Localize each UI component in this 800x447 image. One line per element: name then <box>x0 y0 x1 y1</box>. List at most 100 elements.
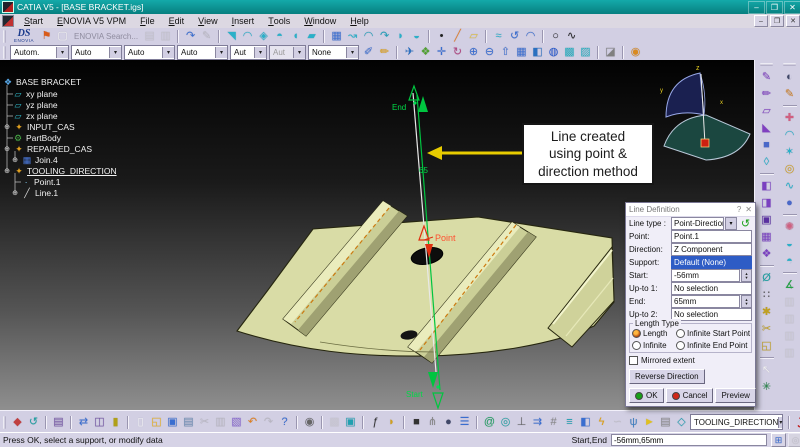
line-icon[interactable]: ╱ <box>450 29 465 43</box>
ball-icon[interactable]: ● <box>782 196 797 210</box>
link-manager-icon[interactable]: ↷ <box>183 29 198 43</box>
batch-monitor-icon[interactable]: ◫ <box>92 415 107 429</box>
cube-icon[interactable]: ■ <box>759 138 774 152</box>
manipulate-icon[interactable]: ◐ <box>782 70 797 84</box>
zoom-in-icon[interactable]: ⊕ <box>466 45 481 59</box>
boundary-icon[interactable]: ◠ <box>523 29 538 43</box>
grid-points-icon[interactable]: ∷ <box>759 288 774 302</box>
maximize-button[interactable]: ❐ <box>766 0 783 14</box>
expander-icon[interactable]: ⊕ <box>11 156 19 164</box>
menu-item-window[interactable]: Window <box>297 15 343 28</box>
intersection-icon[interactable]: ↺ <box>507 29 522 43</box>
display-icon[interactable]: ■ <box>409 415 424 429</box>
dome2-icon[interactable]: ◒ <box>782 237 797 251</box>
fit-all-icon[interactable]: ❖ <box>418 45 433 59</box>
toolbar-grip[interactable] <box>760 63 773 66</box>
menu-item-insert[interactable]: Insert <box>225 15 262 28</box>
measure-icon[interactable]: ◇ <box>674 415 689 429</box>
help-icon[interactable]: ? <box>737 205 741 214</box>
wedge-icon[interactable]: ◣ <box>759 121 774 135</box>
menu-item-tools[interactable]: Tools <box>261 15 297 28</box>
mail-icon[interactable]: @ <box>482 415 497 429</box>
cap-icon[interactable]: ◓ <box>782 254 797 268</box>
blend-icon[interactable]: ↝ <box>345 29 360 43</box>
paint-brush-icon[interactable]: ✐ <box>361 45 376 59</box>
enovia-new-icon[interactable]: ▢ <box>55 29 70 43</box>
workbench-dropdown[interactable]: TOOLING_DIRECTION ▾ <box>690 414 783 430</box>
tree-item-tooling-direction[interactable]: ⊕ ✦ TOOLING_DIRECTION <box>3 166 117 176</box>
minimize-button[interactable]: – <box>748 0 765 14</box>
structure-graph-icon[interactable]: ⋔ <box>425 415 440 429</box>
pencil-purple-icon[interactable]: ✎ <box>759 70 774 84</box>
tree-item-point-1[interactable]: ∙ Point.1 <box>21 177 61 187</box>
comment-icon[interactable]: ◗ <box>384 415 399 429</box>
menu-item-view[interactable]: View <box>191 15 225 28</box>
menu-item-help[interactable]: Help <box>343 15 376 28</box>
tree-item-join-4[interactable]: ⊕ ▦ Join.4 <box>11 155 58 165</box>
conic-icon[interactable]: ↷ <box>377 29 392 43</box>
start-end-input[interactable] <box>611 434 767 446</box>
layer-dropdown[interactable]: None ▾ <box>308 44 359 60</box>
mirrored-extent-row[interactable]: Mirrored extent <box>626 354 755 367</box>
expander-icon[interactable]: ⊕ <box>3 167 11 175</box>
untrim-icon[interactable]: ▱ <box>759 104 774 118</box>
sketcher-icon[interactable]: ◪ <box>603 45 618 59</box>
enovia-flag-icon[interactable]: ⚑ <box>39 29 54 43</box>
rotate-icon[interactable]: ↻ <box>450 45 465 59</box>
tree-item-xy-plane[interactable]: ▱ xy plane <box>13 89 58 99</box>
cut-icon[interactable]: ✂ <box>197 415 212 429</box>
product-knowledge-icon[interactable]: ◆ <box>10 415 25 429</box>
support-field[interactable]: Default (None) <box>671 256 752 269</box>
dialog-title-bar[interactable]: Line Definition ? ✕ <box>626 203 755 217</box>
tree-item-input-cas[interactable]: ⊕ ✦ INPUT_CAS <box>3 122 75 132</box>
save-icon[interactable]: ▣ <box>165 415 180 429</box>
arc-surface-icon[interactable]: ◠ <box>361 29 376 43</box>
camera-icon[interactable]: ◉ <box>302 415 317 429</box>
copy-icon[interactable]: ▥ <box>213 415 228 429</box>
dialog-close-icon[interactable]: ✕ <box>745 205 752 214</box>
toolbar-grip[interactable] <box>3 415 6 429</box>
trim-icon[interactable]: ◨ <box>759 196 774 210</box>
select-cursor-icon[interactable]: ↖ <box>759 363 774 377</box>
paste-gray2-icon[interactable]: ▥ <box>782 312 797 326</box>
radio-icon[interactable] <box>632 329 641 338</box>
search-arrow-icon[interactable]: ► <box>642 415 657 429</box>
pan-icon[interactable]: ✛ <box>434 45 449 59</box>
wireframe-icon[interactable]: ▨ <box>578 45 593 59</box>
up-to-2-field[interactable]: No selection <box>671 308 752 321</box>
axis-system-icon[interactable]: ⊥ <box>514 415 529 429</box>
people-icon[interactable]: ✺ <box>782 220 797 234</box>
measure-between-icon[interactable]: ✳ <box>759 380 774 394</box>
join-icon[interactable]: ❖ <box>759 247 774 261</box>
wizard-brush-icon[interactable]: ✏ <box>377 45 392 59</box>
catalog-hand-icon[interactable]: ◉ <box>628 45 643 59</box>
whats-this-icon[interactable]: ? <box>277 415 292 429</box>
tree-item-base-bracket[interactable]: ❖ BASE BRACKET <box>3 77 81 87</box>
shape-fill-icon[interactable]: ✱ <box>759 305 774 319</box>
tree-item-repaired-cas[interactable]: ⊕ ✦ REPAIRED_CAS <box>3 144 92 154</box>
cancel-button[interactable]: Cancel <box>665 388 714 403</box>
split-icon[interactable]: ◧ <box>759 179 774 193</box>
tree-item-zx-plane[interactable]: ▱ zx plane <box>13 111 58 121</box>
plane-icon[interactable]: ▱ <box>466 29 481 43</box>
multi-sections-icon[interactable]: ▦ <box>329 29 344 43</box>
swap-direction-icon[interactable]: ↺ <box>739 218 752 230</box>
point-field[interactable]: Point.1 <box>671 230 752 243</box>
end-spinner[interactable]: ▴ ▾ <box>741 295 752 308</box>
menu-item-file[interactable]: File <box>133 15 162 28</box>
up-to-1-field[interactable]: No selection <box>671 282 752 295</box>
projection-icon[interactable]: ≈ <box>491 29 506 43</box>
start-field[interactable]: -56mm <box>671 269 740 282</box>
multi-view-icon[interactable]: ▦ <box>514 45 529 59</box>
radio-infinite-start-point[interactable]: Infinite Start Point <box>676 329 750 338</box>
mdi-close-button[interactable]: ✕ <box>786 15 800 27</box>
undo-icon[interactable]: ↶ <box>245 415 260 429</box>
tree-view-icon[interactable]: ψ <box>626 415 641 429</box>
shaded-view-icon[interactable]: ◍ <box>546 45 561 59</box>
ok-button[interactable]: OK <box>629 388 664 403</box>
star-surface-icon[interactable]: ✶ <box>782 145 797 159</box>
fly-mode-icon[interactable]: ✈ <box>402 45 417 59</box>
reverse-direction-button[interactable]: Reverse Direction <box>629 369 705 384</box>
spin-down-icon[interactable]: ▾ <box>745 275 747 280</box>
enovia-save-icon[interactable]: ▥ <box>158 29 173 43</box>
